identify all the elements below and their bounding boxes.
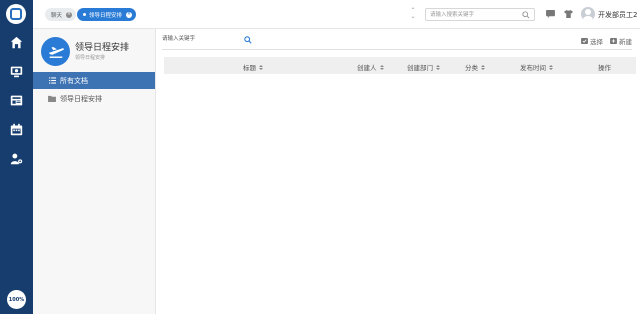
search-icon[interactable] bbox=[522, 11, 530, 21]
tab-leader-schedule[interactable]: 领导日程安排 × bbox=[77, 8, 137, 21]
select-button[interactable]: 选择 bbox=[581, 36, 603, 46]
news-icon[interactable] bbox=[9, 93, 24, 108]
sort-icon[interactable] bbox=[481, 64, 485, 70]
app-logo[interactable] bbox=[6, 4, 26, 24]
user-settings-icon[interactable] bbox=[9, 151, 24, 166]
keyword-search bbox=[162, 33, 252, 47]
close-icon[interactable]: × bbox=[66, 11, 73, 18]
tab-label: 聊天 bbox=[51, 12, 63, 19]
calendar-icon[interactable] bbox=[9, 122, 24, 137]
close-icon[interactable]: × bbox=[126, 11, 133, 18]
theme-icon[interactable] bbox=[564, 10, 573, 20]
module-subtitle: 领导日程安排 bbox=[75, 55, 106, 61]
module-title: 领导日程安排 bbox=[75, 43, 130, 53]
main-content: 选择 新建 标题 创建人 创建部门 分类 发布时间 操作 bbox=[157, 29, 640, 314]
select-label: 选择 bbox=[590, 38, 603, 46]
airplane-icon bbox=[41, 37, 70, 66]
sort-icon[interactable] bbox=[436, 64, 440, 70]
sidebar-item-leader-schedule[interactable]: 领导日程安排 bbox=[33, 90, 155, 107]
column-publish-time[interactable]: 发布时间 bbox=[520, 62, 553, 72]
list-icon bbox=[48, 77, 56, 85]
divider bbox=[162, 49, 632, 50]
column-category[interactable]: 分类 bbox=[465, 62, 485, 72]
tab-chat[interactable]: 聊天 × bbox=[45, 8, 77, 21]
active-dot-icon bbox=[83, 13, 86, 16]
sidebar-item-label: 领导日程安排 bbox=[60, 94, 102, 103]
new-icon bbox=[610, 38, 617, 44]
home-icon[interactable] bbox=[9, 35, 24, 50]
sidebar-item-all-docs[interactable]: 所有文档 bbox=[33, 72, 155, 89]
nav-rail: 100% bbox=[0, 0, 33, 314]
keyword-search-input[interactable] bbox=[162, 33, 232, 45]
table-header: 标题 创建人 创建部门 分类 发布时间 操作 bbox=[164, 57, 636, 74]
avatar[interactable] bbox=[581, 7, 595, 21]
new-label: 新建 bbox=[619, 38, 632, 46]
select-icon bbox=[581, 38, 588, 44]
column-department[interactable]: 创建部门 bbox=[407, 62, 440, 72]
sort-icon[interactable] bbox=[379, 64, 384, 70]
top-bar: 聊天 × 领导日程安排 × ⌃⌄ 开发部员工2 bbox=[33, 0, 640, 29]
video-meeting-icon[interactable] bbox=[9, 64, 24, 79]
message-icon[interactable] bbox=[546, 10, 555, 20]
folder-icon bbox=[48, 95, 56, 103]
tab-label: 领导日程安排 bbox=[89, 12, 123, 19]
zoom-level[interactable]: 100% bbox=[7, 290, 26, 309]
global-search bbox=[425, 8, 535, 21]
collapse-arrows-icon[interactable]: ⌃ ⌄ bbox=[408, 8, 418, 22]
sidebar-item-label: 所有文档 bbox=[60, 76, 88, 85]
search-icon[interactable] bbox=[244, 36, 252, 46]
sort-icon[interactable] bbox=[259, 64, 263, 70]
column-title[interactable]: 标题 bbox=[243, 62, 263, 72]
sort-icon[interactable] bbox=[549, 64, 553, 70]
column-actions: 操作 bbox=[598, 64, 611, 72]
new-button[interactable]: 新建 bbox=[610, 36, 632, 46]
global-search-input[interactable] bbox=[430, 9, 520, 20]
module-sidebar: 领导日程安排 领导日程安排 所有文档 领导日程安排 bbox=[33, 29, 156, 314]
username[interactable]: 开发部员工2 bbox=[598, 10, 637, 20]
column-creator[interactable]: 创建人 bbox=[357, 62, 384, 72]
